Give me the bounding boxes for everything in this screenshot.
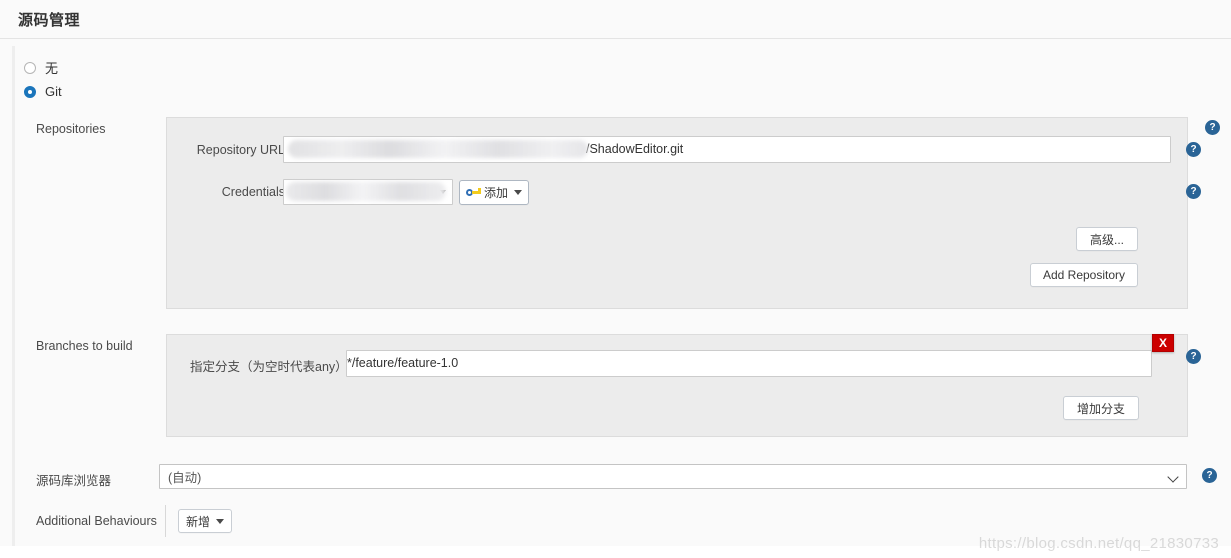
- branch-specifier-value: */feature/feature-1.0: [347, 356, 459, 370]
- add-credentials-button[interactable]: 添加: [459, 180, 529, 205]
- repository-browser-select[interactable]: (自动): [159, 464, 1187, 489]
- key-icon: [465, 187, 481, 198]
- radio-none-icon[interactable]: [24, 61, 36, 74]
- add-behaviour-button-label: 新增: [185, 514, 210, 529]
- credentials-caret-icon: [440, 190, 446, 194]
- repositories-row-label: Repositories: [36, 122, 106, 136]
- radio-git-icon[interactable]: [24, 85, 36, 98]
- branches-row-label: Branches to build: [36, 339, 133, 353]
- help-icon-repository-url[interactable]: ?: [1186, 142, 1201, 157]
- add-repository-button-label: Add Repository: [1042, 268, 1126, 282]
- scm-option-none[interactable]: 无: [24, 58, 58, 77]
- advanced-button[interactable]: 高级...: [1076, 227, 1138, 251]
- branch-specifier-input[interactable]: */feature/feature-1.0: [346, 350, 1152, 377]
- help-icon-credentials[interactable]: ?: [1186, 184, 1201, 199]
- additional-behaviours-divider: [165, 505, 166, 537]
- scm-option-none-label: 无: [45, 61, 59, 76]
- chevron-down-icon: [514, 190, 522, 195]
- add-behaviour-button[interactable]: 新增: [178, 509, 232, 533]
- scm-option-git[interactable]: Git: [24, 84, 62, 99]
- credentials-label: Credentials: [221, 185, 285, 199]
- add-repository-button[interactable]: Add Repository: [1030, 263, 1138, 287]
- repository-url-label: Repository URL: [196, 143, 285, 157]
- page-title: 源码管理: [18, 12, 81, 29]
- chevron-down-icon-behaviour: [216, 518, 224, 524]
- help-icon-repository-browser[interactable]: ?: [1202, 468, 1217, 483]
- add-branch-button[interactable]: 增加分支: [1063, 396, 1139, 420]
- delete-branch-button[interactable]: X: [1152, 334, 1174, 352]
- repository-url-input[interactable]: /ShadowEditor.git: [283, 136, 1171, 163]
- repository-browser-value: (自动): [168, 471, 202, 485]
- add-branch-button-label: 增加分支: [1076, 401, 1125, 416]
- add-credentials-label: 添加: [483, 186, 508, 200]
- help-icon-branches[interactable]: ?: [1186, 349, 1201, 364]
- repository-browser-row-label: 源码库浏览器: [36, 474, 112, 488]
- advanced-button-label: 高级...: [1089, 232, 1124, 247]
- watermark: https://blog.csdn.net/qq_21830733: [978, 535, 1219, 552]
- left-rail-divider: [12, 46, 15, 546]
- help-icon-repositories-section[interactable]: ?: [1205, 120, 1220, 135]
- credentials-select[interactable]: [283, 179, 453, 205]
- scm-option-git-label: Git: [45, 84, 62, 99]
- branch-specifier-label: 指定分支（为空时代表any）: [190, 360, 348, 374]
- scm-configuration-page: 源码管理 无 Git Repositories Repository URL /…: [0, 0, 1231, 558]
- section-header: 源码管理: [0, 0, 1231, 39]
- additional-behaviours-row-label: Additional Behaviours: [36, 514, 157, 528]
- chevron-down-icon-browser: [1167, 471, 1179, 483]
- repository-url-value: /ShadowEditor.git: [586, 142, 684, 156]
